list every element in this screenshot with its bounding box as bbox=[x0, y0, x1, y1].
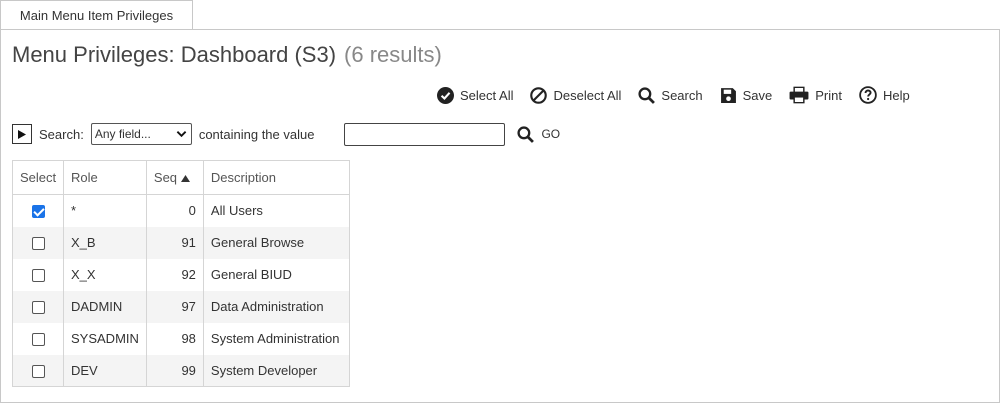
floppy-disk-icon bbox=[720, 87, 736, 103]
select-cell bbox=[12, 322, 64, 355]
table-row: DEV 99 System Developer bbox=[12, 354, 350, 387]
role-cell: DADMIN bbox=[63, 290, 147, 323]
result-count: (6 results) bbox=[344, 42, 442, 67]
containing-label: containing the value bbox=[198, 126, 315, 142]
main-panel: Menu Privileges: Dashboard (S3) (6 result… bbox=[0, 29, 1000, 403]
role-cell: X_B bbox=[63, 226, 147, 259]
save-label: Save bbox=[742, 87, 773, 103]
page-title: Menu Privileges: Dashboard (S3) (6 result… bbox=[12, 42, 442, 68]
description-cell: General BIUD bbox=[202, 258, 350, 291]
save-button[interactable]: Save bbox=[720, 87, 773, 104]
table-row: X_X 92 General BIUD bbox=[12, 258, 350, 291]
table-row: X_B 91 General Browse bbox=[12, 226, 350, 259]
page-title-text: Menu Privileges: Dashboard (S3) bbox=[12, 42, 337, 67]
seq-cell: 0 bbox=[145, 194, 204, 227]
role-cell: DEV bbox=[63, 354, 147, 387]
tab-bar: Main Menu Item Privileges bbox=[0, 0, 1000, 30]
sort-ascending-icon bbox=[180, 175, 190, 182]
table-row: DADMIN 97 Data Administration bbox=[12, 290, 350, 323]
select-cell bbox=[12, 354, 64, 387]
play-triangle-icon bbox=[18, 129, 26, 139]
seq-cell: 92 bbox=[145, 258, 204, 291]
table-row: SYSADMIN 98 System Administration bbox=[12, 322, 350, 355]
search-value-input[interactable] bbox=[344, 122, 506, 146]
search-field-select[interactable]: Any field... bbox=[90, 123, 192, 145]
search-field-selected: Any field... bbox=[94, 127, 151, 141]
row-checkbox[interactable] bbox=[31, 269, 45, 283]
search-button[interactable]: Search bbox=[638, 86, 703, 104]
go-button[interactable]: GO bbox=[517, 125, 561, 143]
header-select: Select bbox=[12, 160, 64, 195]
question-circle-icon bbox=[859, 86, 877, 104]
select-all-label: Select All bbox=[460, 87, 514, 103]
select-cell bbox=[12, 226, 64, 259]
table-header-row: Select Role Seq Description bbox=[12, 160, 350, 195]
header-seq-label: Seq bbox=[153, 170, 178, 185]
help-button[interactable]: Help bbox=[859, 86, 910, 104]
seq-cell: 97 bbox=[145, 290, 204, 323]
description-cell: All Users bbox=[202, 194, 350, 227]
row-checkbox[interactable] bbox=[31, 333, 45, 347]
select-all-button[interactable]: Select All bbox=[437, 86, 514, 104]
search-icon bbox=[638, 86, 656, 104]
tab-main-menu-item-privileges[interactable]: Main Menu Item Privileges bbox=[0, 0, 193, 29]
select-cell bbox=[12, 258, 64, 291]
search-row: Search: Any field... containing the valu… bbox=[12, 122, 560, 146]
row-checkbox[interactable] bbox=[31, 237, 45, 251]
select-cell bbox=[12, 290, 64, 323]
description-cell: General Browse bbox=[202, 226, 350, 259]
role-cell: SYSADMIN bbox=[63, 322, 147, 355]
printer-icon bbox=[789, 86, 809, 104]
table-row: * 0 All Users bbox=[12, 194, 350, 227]
toolbar: Select All Deselect All Search Save Prin… bbox=[437, 85, 927, 105]
search-icon bbox=[517, 125, 535, 143]
description-cell: System Developer bbox=[202, 354, 350, 387]
header-seq[interactable]: Seq bbox=[145, 160, 204, 195]
expand-search-button[interactable] bbox=[12, 124, 32, 144]
role-cell: * bbox=[63, 194, 147, 227]
row-checkbox[interactable] bbox=[31, 364, 45, 378]
description-cell: Data Administration bbox=[202, 290, 350, 323]
search-label: Search bbox=[661, 87, 703, 103]
description-cell: System Administration bbox=[202, 322, 350, 355]
print-button[interactable]: Print bbox=[789, 86, 842, 104]
go-label: GO bbox=[541, 127, 561, 141]
help-label: Help bbox=[882, 87, 910, 103]
chevron-down-icon bbox=[176, 131, 187, 138]
deselect-all-button[interactable]: Deselect All bbox=[530, 86, 622, 104]
role-cell: X_X bbox=[63, 258, 147, 291]
seq-cell: 91 bbox=[145, 226, 204, 259]
select-cell bbox=[12, 194, 64, 227]
ban-icon bbox=[530, 86, 548, 104]
row-checkbox[interactable] bbox=[31, 205, 45, 219]
print-label: Print bbox=[815, 87, 842, 103]
seq-cell: 98 bbox=[145, 322, 204, 355]
check-circle-icon bbox=[437, 86, 454, 104]
search-label-text: Search: bbox=[39, 126, 84, 142]
header-role[interactable]: Role bbox=[63, 160, 147, 195]
row-checkbox[interactable] bbox=[31, 301, 45, 315]
deselect-all-label: Deselect All bbox=[553, 87, 622, 103]
seq-cell: 99 bbox=[145, 354, 204, 387]
privileges-table: Select Role Seq Description * 0 All User… bbox=[12, 160, 350, 387]
header-description[interactable]: Description bbox=[202, 160, 350, 195]
